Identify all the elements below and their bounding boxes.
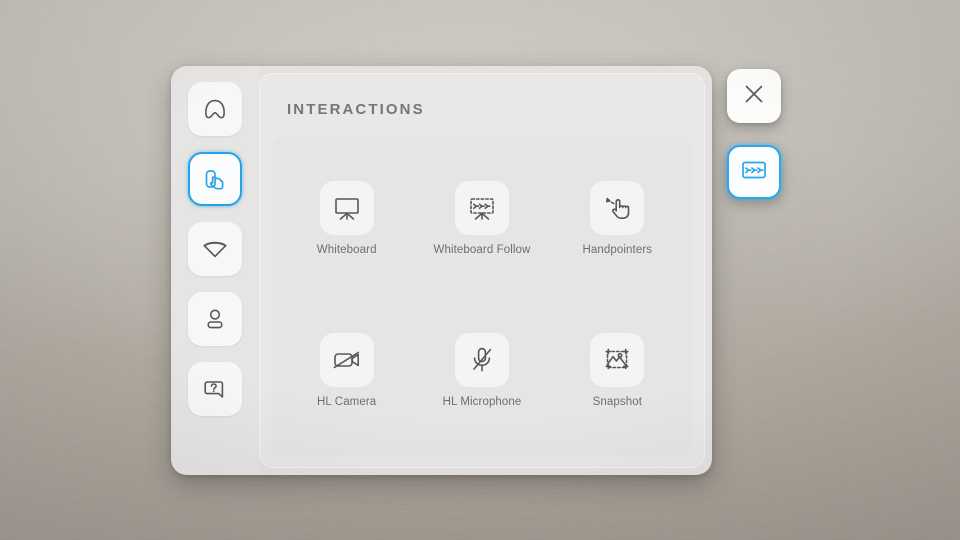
tile-label: Whiteboard [316, 243, 377, 256]
tile-hl-camera[interactable]: HL Camera [279, 294, 414, 446]
sidebar-item-home[interactable] [188, 82, 242, 136]
interactions-window: INTERACTIONS Whiteboard Whiteboard Follo… [171, 66, 712, 475]
tiles-grid: Whiteboard Whiteboard Follow Handpointer… [271, 136, 693, 456]
content-panel: INTERACTIONS Whiteboard Whiteboard Follo… [259, 73, 705, 468]
sidebar-item-interactions[interactable] [188, 152, 242, 206]
tile-label: HL Camera [317, 395, 377, 408]
tile-handpointers[interactable]: Handpointers [550, 142, 685, 294]
sidebar-item-profile[interactable] [188, 292, 242, 346]
tile-whiteboard[interactable]: Whiteboard [279, 142, 414, 294]
snapshot-icon [590, 332, 645, 387]
camera-off-icon [319, 332, 374, 387]
sidebar-rail [171, 66, 259, 475]
person-icon [200, 304, 230, 334]
tile-label: Whiteboard Follow [433, 243, 531, 256]
tile-snapshot[interactable]: Snapshot [550, 294, 685, 446]
whiteboard-follow-toggle-icon [738, 154, 770, 191]
sidebar-item-help[interactable] [188, 362, 242, 416]
sidebar-item-network[interactable] [188, 222, 242, 276]
microphone-off-icon [454, 332, 509, 387]
hand-touch-panel-icon [200, 164, 230, 194]
whiteboard-icon [319, 180, 374, 235]
whiteboard-follow-toggle-button[interactable] [727, 145, 781, 199]
floating-side-buttons [727, 69, 781, 199]
help-bubble-icon [200, 374, 230, 404]
close-button[interactable] [727, 69, 781, 123]
page-title: INTERACTIONS [287, 101, 425, 118]
handpointers-icon [590, 180, 645, 235]
close-icon [739, 79, 769, 114]
wifi-cone-icon [200, 234, 230, 264]
tile-label: Handpointers [582, 243, 653, 256]
whiteboard-follow-icon [454, 180, 509, 235]
tile-label: HL Microphone [442, 395, 522, 408]
tile-label: Snapshot [592, 395, 643, 408]
tile-whiteboard-follow[interactable]: Whiteboard Follow [414, 142, 549, 294]
tile-hl-microphone[interactable]: HL Microphone [414, 294, 549, 446]
arch-home-icon [200, 94, 230, 124]
